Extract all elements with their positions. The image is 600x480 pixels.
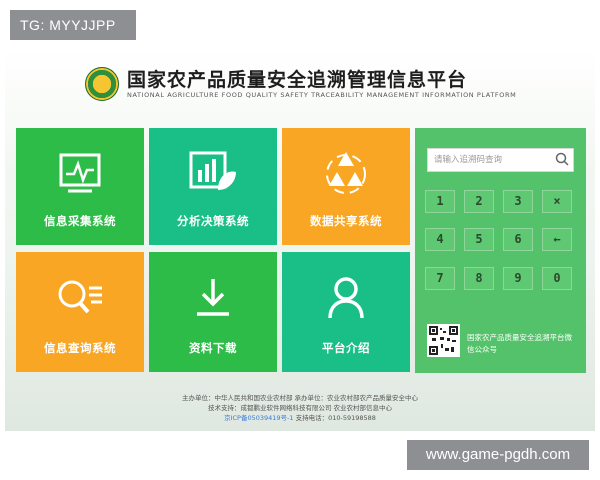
footer-tech-support: 技术支持：成都鹏业软件网络科技有限公司 农业农村部信息中心 <box>207 404 393 412</box>
qr-caption: 国家农产品质量安全追溯平台微信公众号 <box>467 333 572 354</box>
monitor-pulse-icon <box>59 153 101 193</box>
trace-code-search-input[interactable]: 请输入追溯码查询 <box>427 148 574 172</box>
chart-leaf-icon <box>189 151 236 190</box>
keypad-key-9[interactable]: 9 <box>503 267 533 290</box>
trace-query-panel: 请输入追溯码查询 1 2 3 × 4 5 6 ← 7 8 9 0 国家农产品质量… <box>415 128 586 373</box>
search-placeholder: 请输入追溯码查询 <box>434 155 503 165</box>
platform-header: 国家农产品质量安全追溯管理信息平台 NATIONAL AGRICULTURE F… <box>85 64 516 104</box>
tile-label: 信息查询系统 <box>44 341 116 355</box>
keypad-key-8[interactable]: 8 <box>464 267 494 290</box>
title-block: 国家农产品质量安全追溯管理信息平台 NATIONAL AGRICULTURE F… <box>127 69 516 100</box>
tile-platform-intro[interactable]: 平台介绍 <box>282 252 410 372</box>
keypad-key-3[interactable]: 3 <box>503 190 533 213</box>
wechat-qr-code <box>427 324 460 357</box>
footer-sponsors: 主办单位：中华人民共和国农业农村部 承办单位：农业农村部农产品质量安全中心 <box>181 394 419 402</box>
search-icon[interactable] <box>555 152 569 166</box>
keypad-clear-key[interactable]: × <box>542 190 572 213</box>
tile-label: 数据共享系统 <box>310 214 382 228</box>
watermark-top-left: TG: MYYJJPP <box>10 10 136 40</box>
recycle-leaf-icon <box>326 152 366 194</box>
keypad-key-1[interactable]: 1 <box>425 190 455 213</box>
tile-data-sharing[interactable]: 数据共享系统 <box>282 128 410 245</box>
keypad-key-0[interactable]: 0 <box>542 267 572 290</box>
page-footer: 主办单位：中华人民共和国农业农村部 承办单位：农业农村部农产品质量安全中心 技术… <box>5 393 595 423</box>
tile-download[interactable]: 资料下载 <box>149 252 277 372</box>
support-phone: 支持电话：010-59198588 <box>295 414 376 422</box>
footer-contact-row: 京ICP备05039419号-1 支持电话：010-59198588 <box>5 413 595 423</box>
tile-label: 分析决策系统 <box>177 214 249 228</box>
platform-page: 国家农产品质量安全追溯管理信息平台 NATIONAL AGRICULTURE F… <box>5 48 595 431</box>
keypad-key-7[interactable]: 7 <box>425 267 455 290</box>
keypad-key-5[interactable]: 5 <box>464 228 494 251</box>
user-icon <box>328 277 364 319</box>
tile-info-query[interactable]: 信息查询系统 <box>16 252 144 372</box>
qr-code-icon <box>429 326 458 355</box>
keypad-backspace-key[interactable]: ← <box>542 228 572 251</box>
tile-label: 信息采集系统 <box>44 214 116 228</box>
platform-logo-icon <box>85 67 119 101</box>
tile-label: 平台介绍 <box>322 341 370 355</box>
keypad-key-6[interactable]: 6 <box>503 228 533 251</box>
keypad-key-2[interactable]: 2 <box>464 190 494 213</box>
tile-label: 资料下载 <box>189 341 237 355</box>
keypad-key-4[interactable]: 4 <box>425 228 455 251</box>
watermark-bottom-right: www.game-pgdh.com <box>407 440 589 470</box>
tile-info-collection[interactable]: 信息采集系统 <box>16 128 144 245</box>
download-icon <box>197 279 229 316</box>
search-list-icon <box>58 280 102 314</box>
icp-link[interactable]: 京ICP备05039419号-1 <box>224 414 293 422</box>
page-subtitle-en: NATIONAL AGRICULTURE FOOD QUALITY SAFETY… <box>127 90 517 99</box>
tile-analysis-decision[interactable]: 分析决策系统 <box>149 128 277 245</box>
page-title: 国家农产品质量安全追溯管理信息平台 <box>127 68 468 91</box>
